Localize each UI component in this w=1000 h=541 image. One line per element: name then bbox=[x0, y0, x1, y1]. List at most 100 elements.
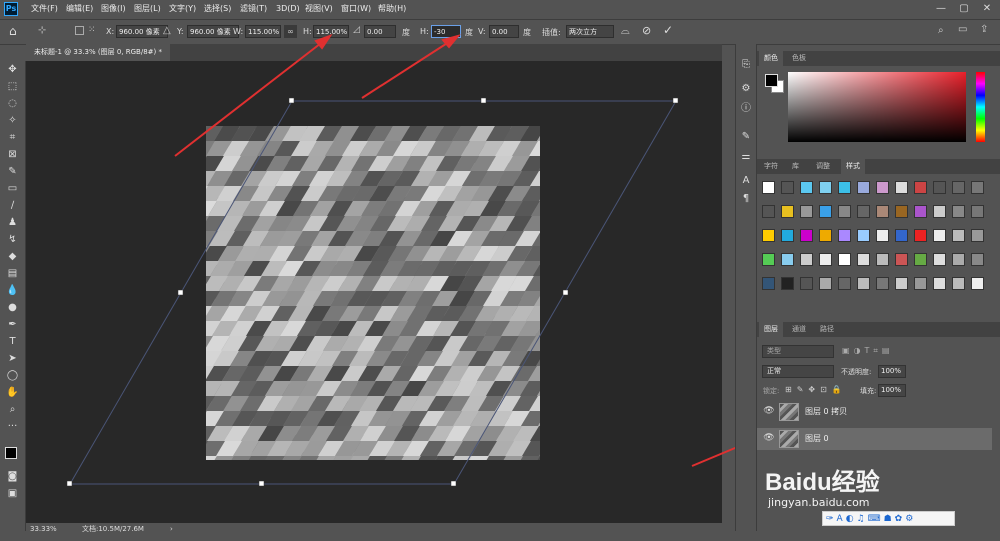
close-icon[interactable]: ✕ bbox=[976, 2, 998, 16]
style-swatch[interactable] bbox=[819, 229, 832, 242]
style-swatch[interactable] bbox=[857, 205, 870, 218]
style-swatch[interactable] bbox=[781, 181, 794, 194]
lock-icons[interactable]: ⊞✎✥⊡🔒 bbox=[785, 385, 847, 394]
style-swatch[interactable] bbox=[895, 229, 908, 242]
eyedropper-tool-icon[interactable]: ✎ bbox=[4, 164, 21, 179]
zoom-tool-icon[interactable]: ⌕ bbox=[4, 402, 21, 417]
fg-color-chip[interactable] bbox=[765, 74, 778, 87]
document-canvas[interactable] bbox=[26, 61, 722, 523]
menu-window[interactable]: 窗口(W) bbox=[341, 3, 371, 15]
reference-point-icon[interactable]: ⁙ bbox=[88, 25, 96, 35]
lasso-tool-icon[interactable]: ◌ bbox=[4, 96, 21, 111]
tab-channels[interactable]: 通道 bbox=[787, 322, 811, 337]
fill-input[interactable]: 100% bbox=[878, 384, 906, 397]
style-swatch[interactable] bbox=[762, 181, 775, 194]
style-swatch[interactable] bbox=[800, 229, 813, 242]
x-input[interactable]: 960.00 像素 bbox=[116, 25, 168, 38]
brush-settings-icon[interactable]: ✎ bbox=[739, 130, 753, 144]
style-swatch[interactable] bbox=[952, 229, 965, 242]
style-swatch[interactable] bbox=[895, 253, 908, 266]
style-swatch[interactable] bbox=[857, 181, 870, 194]
screen-mode-icon[interactable]: ▣ bbox=[4, 486, 21, 501]
style-swatch[interactable] bbox=[876, 205, 889, 218]
style-swatch[interactable] bbox=[857, 277, 870, 290]
marquee-tool-icon[interactable]: ⬚ bbox=[4, 79, 21, 94]
character-icon[interactable]: A bbox=[739, 174, 753, 188]
menu-help[interactable]: 帮助(H) bbox=[378, 3, 406, 15]
info-icon[interactable]: ⓘ bbox=[739, 102, 753, 116]
style-swatch[interactable] bbox=[800, 253, 813, 266]
style-swatch[interactable] bbox=[895, 205, 908, 218]
style-swatch[interactable] bbox=[838, 181, 851, 194]
style-swatch[interactable] bbox=[952, 253, 965, 266]
layer-name[interactable]: 图层 0 bbox=[805, 433, 829, 444]
magic-wand-tool-icon[interactable]: ✧ bbox=[4, 113, 21, 128]
tab-swatches[interactable]: 色板 bbox=[787, 51, 811, 66]
hand-tool-icon[interactable]: ✋ bbox=[4, 385, 21, 400]
type-tool-icon[interactable]: T bbox=[4, 334, 21, 349]
style-swatch[interactable] bbox=[838, 277, 851, 290]
history-icon[interactable]: ⎘ bbox=[739, 58, 753, 72]
style-swatch[interactable] bbox=[819, 205, 832, 218]
style-swatch[interactable] bbox=[781, 277, 794, 290]
zoom-level[interactable]: 33.33% bbox=[30, 523, 57, 535]
style-swatch[interactable] bbox=[933, 181, 946, 194]
style-swatch[interactable] bbox=[914, 229, 927, 242]
style-swatch[interactable] bbox=[971, 277, 984, 290]
document-tab[interactable]: 未标题-1 @ 33.3% (图层 0, RGB/8#) * bbox=[26, 44, 170, 61]
visibility-eye-icon[interactable]: 👁 bbox=[763, 405, 775, 417]
healing-tool-icon[interactable]: ▭ bbox=[4, 181, 21, 196]
delta-icon[interactable]: △ bbox=[163, 25, 171, 36]
search-icon[interactable]: ⌕ bbox=[938, 25, 944, 36]
style-swatch[interactable] bbox=[800, 205, 813, 218]
style-swatch[interactable] bbox=[819, 181, 832, 194]
style-swatch[interactable] bbox=[762, 277, 775, 290]
status-chevron-icon[interactable]: › bbox=[170, 523, 173, 535]
crop-tool-icon[interactable]: ⌗ bbox=[4, 130, 21, 145]
dodge-tool-icon[interactable]: ● bbox=[4, 300, 21, 315]
style-swatch[interactable] bbox=[933, 253, 946, 266]
tab-adjustments[interactable]: 调整 bbox=[811, 159, 835, 174]
menu-type[interactable]: 文字(Y) bbox=[169, 3, 196, 15]
input-method-toolbar[interactable]: ✑A◐♫⌨☗✿⚙ bbox=[822, 511, 955, 526]
layer-row[interactable]: 👁 图层 0 拷贝 bbox=[757, 401, 992, 423]
style-swatch[interactable] bbox=[971, 205, 984, 218]
y-input[interactable]: 960.00 像素 bbox=[187, 25, 239, 38]
path-select-icon[interactable]: ➤ bbox=[4, 351, 21, 366]
foreground-color[interactable] bbox=[5, 447, 17, 459]
style-swatch[interactable] bbox=[914, 277, 927, 290]
reference-point-checkbox[interactable] bbox=[75, 26, 84, 35]
paragraph-icon[interactable]: ¶ bbox=[739, 192, 753, 206]
tab-character[interactable]: 字符 bbox=[759, 159, 783, 174]
tab-layers[interactable]: 图层 bbox=[759, 322, 783, 337]
style-swatch[interactable] bbox=[914, 181, 927, 194]
menu-file[interactable]: 文件(F) bbox=[31, 3, 58, 15]
menu-image[interactable]: 图像(I) bbox=[101, 3, 126, 15]
style-swatch[interactable] bbox=[914, 205, 927, 218]
tab-paths[interactable]: 路径 bbox=[815, 322, 839, 337]
style-swatch[interactable] bbox=[876, 181, 889, 194]
blend-mode-select[interactable]: 正常 bbox=[762, 365, 834, 378]
layer-filter-select[interactable]: 类型 bbox=[762, 345, 834, 358]
link-icon[interactable]: ∞ bbox=[284, 25, 297, 38]
menu-select[interactable]: 选择(S) bbox=[204, 3, 231, 15]
style-swatch[interactable] bbox=[857, 229, 870, 242]
style-swatch[interactable] bbox=[857, 253, 870, 266]
opacity-input[interactable]: 100% bbox=[878, 365, 906, 378]
w-input[interactable]: 115.00% bbox=[245, 25, 281, 38]
style-swatch[interactable] bbox=[952, 181, 965, 194]
tab-library[interactable]: 库 bbox=[787, 159, 804, 174]
style-swatch[interactable] bbox=[800, 181, 813, 194]
style-swatch[interactable] bbox=[895, 181, 908, 194]
menu-3d[interactable]: 3D(D) bbox=[276, 3, 300, 15]
style-swatch[interactable] bbox=[952, 277, 965, 290]
shape-tool-icon[interactable]: ◯ bbox=[4, 368, 21, 383]
frame-tool-icon[interactable]: ⊠ bbox=[4, 147, 21, 162]
style-swatch[interactable] bbox=[933, 205, 946, 218]
move-tool-icon[interactable]: ✥ bbox=[4, 62, 21, 77]
style-swatch[interactable] bbox=[876, 229, 889, 242]
style-swatch[interactable] bbox=[895, 277, 908, 290]
blur-tool-icon[interactable]: 💧 bbox=[4, 283, 21, 298]
style-swatch[interactable] bbox=[781, 229, 794, 242]
style-swatch[interactable] bbox=[838, 253, 851, 266]
